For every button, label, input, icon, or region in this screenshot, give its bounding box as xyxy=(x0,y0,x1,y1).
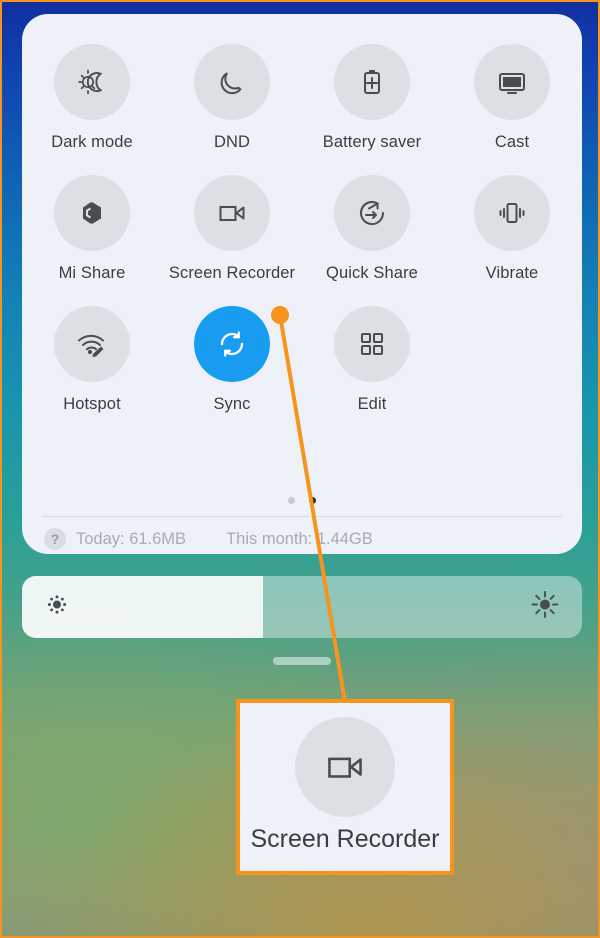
tile-battery-saver-circle[interactable] xyxy=(334,44,410,120)
cast-monitor-icon xyxy=(499,73,525,94)
tile-label: Battery saver xyxy=(322,133,422,151)
tile-quick-share-circle[interactable] xyxy=(334,175,410,251)
tile-label: DND xyxy=(213,133,251,151)
pagination-dots[interactable] xyxy=(22,497,582,504)
tile-label: Vibrate xyxy=(485,264,539,282)
tile-hotspot[interactable]: Hotspot xyxy=(22,306,162,414)
tile-cast-circle[interactable] xyxy=(474,44,550,120)
video-camera-icon xyxy=(328,757,362,778)
callout-label: Screen Recorder xyxy=(250,825,440,853)
panel-divider xyxy=(42,516,562,517)
tile-mi-share-circle[interactable] xyxy=(54,175,130,251)
edit-grid-icon xyxy=(361,333,383,355)
mi-share-icon xyxy=(83,202,101,224)
tile-label: Dark mode xyxy=(51,133,133,151)
tile-label: Hotspot xyxy=(63,395,121,413)
tile-sync-circle[interactable] xyxy=(194,306,270,382)
tile-empty-slot xyxy=(442,306,582,414)
phone-screenshot: Dark mode DND Battery saver Cast Mi Shar… xyxy=(0,0,600,938)
battery-plus-icon xyxy=(364,70,380,94)
video-camera-icon xyxy=(219,206,245,221)
tile-label: Quick Share xyxy=(326,264,418,282)
vibrate-icon xyxy=(499,203,525,223)
tile-vibrate[interactable]: Vibrate xyxy=(442,175,582,283)
tile-dnd[interactable]: DND xyxy=(162,44,302,152)
page-dot-1[interactable] xyxy=(288,497,295,504)
tile-label: Screen Recorder xyxy=(168,264,296,282)
tile-dark-mode-circle[interactable] xyxy=(54,44,130,120)
tile-screen-recorder[interactable]: Screen Recorder xyxy=(162,175,302,283)
tile-vibrate-circle[interactable] xyxy=(474,175,550,251)
tile-cast[interactable]: Cast xyxy=(442,44,582,152)
annotation-callout: Screen Recorder xyxy=(236,699,454,875)
data-usage-row[interactable]: ? Today: 61.6MB This month: 1.44GB xyxy=(44,528,373,550)
hotspot-icon xyxy=(78,334,104,357)
brightness-high-icon xyxy=(530,590,560,625)
tile-edit-circle[interactable] xyxy=(334,306,410,382)
tile-mi-share[interactable]: Mi Share xyxy=(22,175,162,283)
brightness-slider[interactable] xyxy=(22,576,582,638)
moon-icon xyxy=(220,72,242,95)
quick-settings-tile-grid: Dark mode DND Battery saver Cast Mi Shar… xyxy=(22,44,582,414)
tile-sync[interactable]: Sync xyxy=(162,306,302,414)
dark-mode-icon xyxy=(78,69,103,95)
tile-edit[interactable]: Edit xyxy=(302,306,442,414)
tile-dnd-circle[interactable] xyxy=(194,44,270,120)
tile-label: Mi Share xyxy=(58,264,126,282)
data-usage-today: Today: 61.6MB xyxy=(76,529,187,548)
tile-screen-recorder-circle[interactable] xyxy=(194,175,270,251)
tile-label: Sync xyxy=(213,395,251,413)
callout-icon-circle xyxy=(295,717,395,817)
quick-settings-panel: Dark mode DND Battery saver Cast Mi Shar… xyxy=(22,14,582,554)
help-icon[interactable]: ? xyxy=(44,528,66,550)
page-dot-2[interactable] xyxy=(309,497,316,504)
tile-hotspot-circle[interactable] xyxy=(54,306,130,382)
data-usage-month: This month: 1.44GB xyxy=(226,529,373,548)
panel-drag-handle[interactable] xyxy=(273,657,331,665)
sync-icon xyxy=(220,331,244,357)
tile-label: Edit xyxy=(357,395,387,413)
tile-quick-share[interactable]: Quick Share xyxy=(302,175,442,283)
quick-share-icon xyxy=(360,201,385,226)
brightness-low-icon xyxy=(44,592,70,623)
tile-battery-saver[interactable]: Battery saver xyxy=(302,44,442,152)
tile-label: Cast xyxy=(494,133,530,151)
tile-dark-mode[interactable]: Dark mode xyxy=(22,44,162,152)
